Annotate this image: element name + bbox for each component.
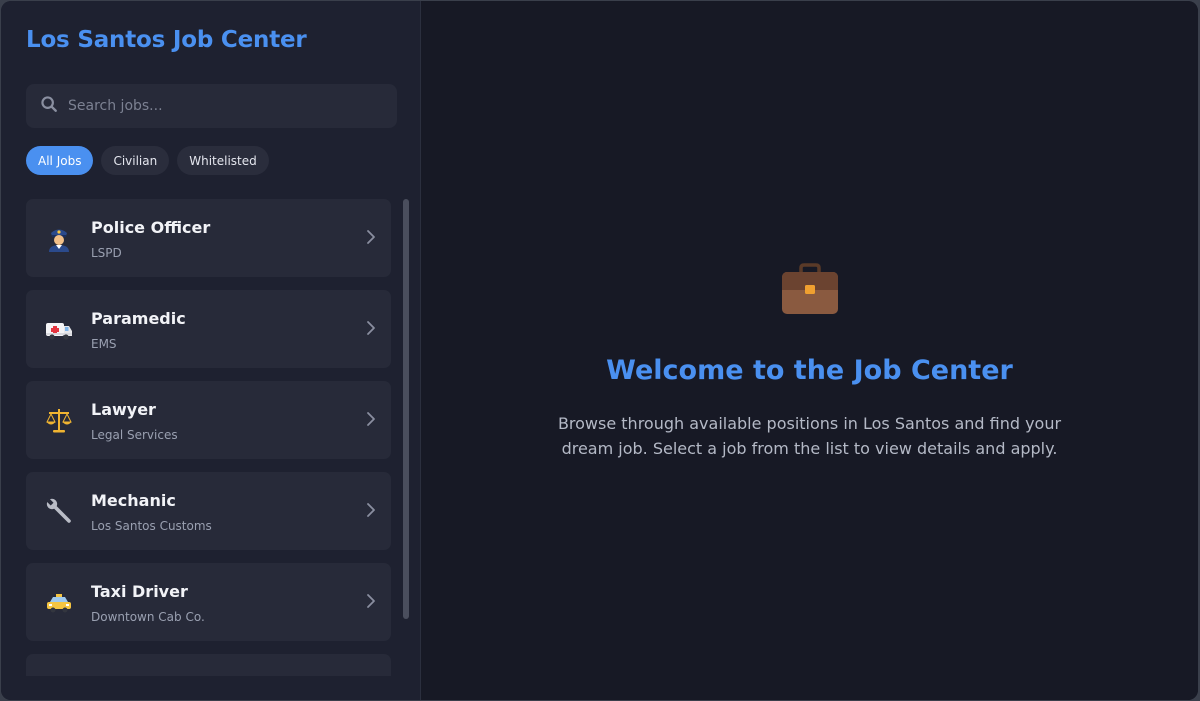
app-title: Los Santos Job Center	[26, 27, 307, 53]
job-list: Police Officer LSPD Paramedic EMS Lawyer…	[26, 199, 392, 676]
job-department: LSPD	[91, 246, 122, 260]
chevron-right-icon	[367, 503, 375, 517]
wrench-icon	[44, 496, 74, 526]
chevron-right-icon	[367, 321, 375, 335]
job-name: Police Officer	[91, 218, 211, 237]
job-center-window: Los Santos Job Center All Jobs Civilian …	[1, 1, 1198, 700]
search-input[interactable]	[66, 97, 370, 115]
police-officer-icon	[44, 223, 74, 253]
job-name: Paramedic	[91, 309, 186, 328]
search-box[interactable]	[26, 84, 397, 128]
job-department: Downtown Cab Co.	[91, 610, 205, 624]
job-name: Taxi Driver	[91, 582, 188, 601]
scales-icon	[44, 405, 74, 435]
filter-all-jobs[interactable]: All Jobs	[26, 146, 94, 175]
ambulance-icon	[44, 314, 74, 344]
job-department: EMS	[91, 337, 117, 351]
job-card-paramedic[interactable]: Paramedic EMS	[26, 290, 391, 368]
main-panel: Welcome to the Job Center Browse through…	[421, 1, 1198, 700]
sidebar: Los Santos Job Center All Jobs Civilian …	[1, 1, 421, 700]
chevron-right-icon	[367, 594, 375, 608]
briefcase-icon	[781, 263, 839, 315]
job-department: Legal Services	[91, 428, 178, 442]
job-name: Lawyer	[91, 400, 156, 419]
filter-civilian[interactable]: Civilian	[101, 146, 170, 175]
filter-whitelisted[interactable]: Whitelisted	[177, 146, 269, 175]
job-name: Mechanic	[91, 491, 176, 510]
job-card-taxi-driver[interactable]: Taxi Driver Downtown Cab Co.	[26, 563, 391, 641]
chevron-right-icon	[367, 230, 375, 244]
job-department: Los Santos Customs	[91, 519, 212, 533]
job-card-partial[interactable]	[26, 654, 391, 676]
chevron-right-icon	[367, 412, 375, 426]
taxi-icon	[44, 587, 74, 617]
job-card-police-officer[interactable]: Police Officer LSPD	[26, 199, 391, 277]
job-list-scrollbar[interactable]	[403, 199, 409, 619]
search-icon	[40, 95, 58, 117]
welcome-text: Browse through available positions in Lo…	[557, 414, 1062, 458]
filter-tabs: All Jobs Civilian Whitelisted	[26, 146, 269, 175]
welcome-title: Welcome to the Job Center	[606, 355, 1013, 386]
job-card-lawyer[interactable]: Lawyer Legal Services	[26, 381, 391, 459]
job-card-mechanic[interactable]: Mechanic Los Santos Customs	[26, 472, 391, 550]
